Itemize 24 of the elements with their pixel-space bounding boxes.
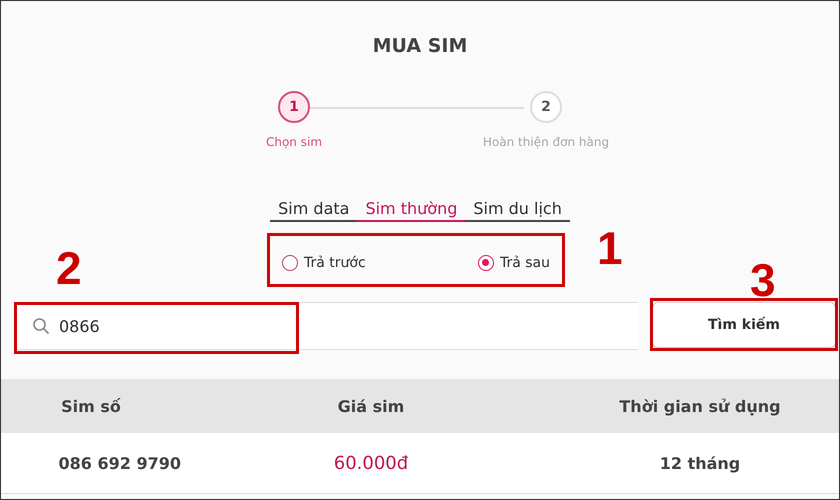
table-cell: 60.000đ — [334, 452, 408, 474]
column-header: Giá sim — [338, 396, 404, 416]
annotation-number: 3 — [750, 263, 776, 297]
table-cell: 12 tháng — [660, 454, 740, 472]
step-label: Hoàn thiện đơn hàng — [482, 135, 610, 149]
column-header: Thời gian sử dụng — [619, 396, 781, 416]
tab[interactable]: Sim du lịch — [465, 199, 570, 222]
search-field[interactable]: 0866 — [16, 302, 638, 350]
step-number: 2 — [530, 91, 562, 123]
tab[interactable]: Sim data — [270, 199, 358, 222]
annotation-number: 1 — [597, 231, 623, 265]
table-cell: 086 692 9790 — [58, 454, 181, 472]
step-label: Chọn sim — [266, 135, 322, 149]
page-title: MUA SIM — [372, 34, 468, 59]
radio-button[interactable] — [478, 255, 494, 271]
radio-label: Trả trước — [304, 255, 366, 271]
annotation-number: 2 — [56, 251, 82, 285]
column-header: Sim số — [61, 396, 121, 416]
tab[interactable]: Sim thường — [357, 199, 466, 222]
search-icon — [32, 317, 50, 335]
step-number: 1 — [278, 91, 310, 123]
radio-label: Trả sau — [500, 255, 550, 271]
radio-button[interactable] — [282, 255, 298, 271]
search-button[interactable]: Tìm kiếm — [652, 302, 836, 348]
